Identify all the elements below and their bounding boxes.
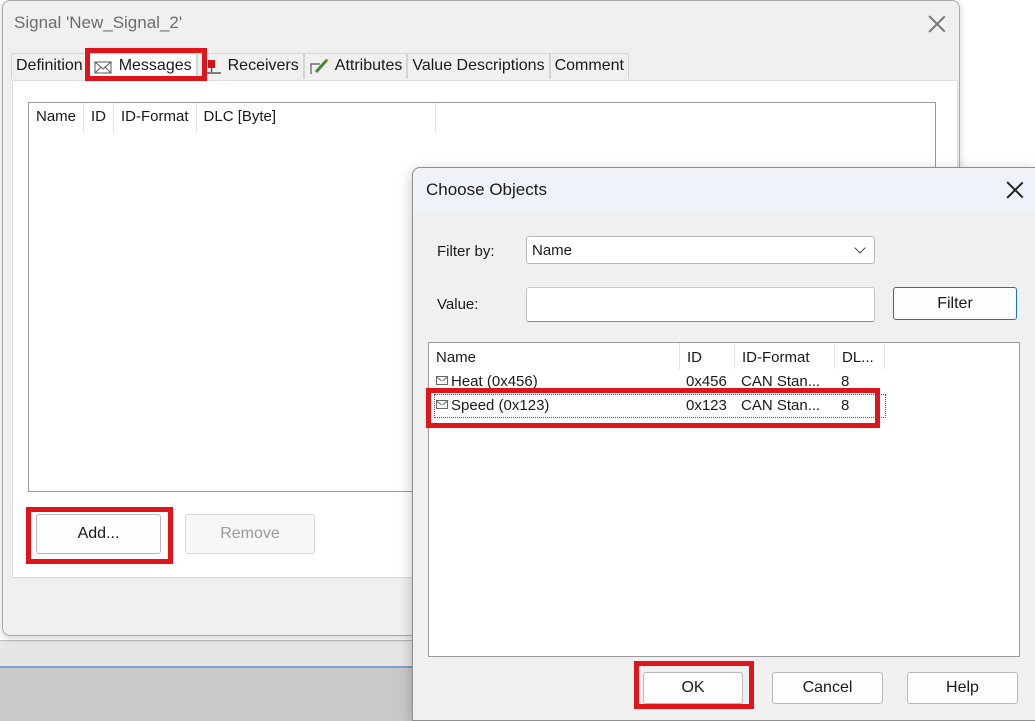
tab-messages[interactable]: Messages <box>87 53 197 79</box>
envelope-icon <box>93 59 113 75</box>
tab-value-descriptions[interactable]: Value Descriptions <box>407 53 550 79</box>
tab-label: Messages <box>118 57 192 74</box>
column-dlc[interactable]: DL... <box>835 343 885 369</box>
chevron-down-icon <box>854 242 866 254</box>
row-dlc: 8 <box>841 397 850 414</box>
filter-by-label: Filter by: <box>437 243 495 260</box>
tab-label: Value Descriptions <box>412 57 545 74</box>
remove-button[interactable]: Remove <box>185 514 315 554</box>
row-dlc: 8 <box>841 373 850 390</box>
help-button[interactable]: Help <box>907 672 1018 704</box>
value-input[interactable] <box>526 287 875 322</box>
add-button[interactable]: Add... <box>36 514 161 554</box>
background-toolbar <box>0 640 420 666</box>
value-label: Value: <box>437 296 479 313</box>
column-id-format[interactable]: ID-Format <box>114 103 197 133</box>
column-id[interactable]: ID <box>84 103 115 133</box>
tab-strip: Definition Messages Receivers Attributes… <box>11 53 629 80</box>
row-id: 0x456 <box>686 373 727 390</box>
column-id[interactable]: ID <box>680 343 735 369</box>
filter-by-value: Name <box>532 242 573 259</box>
tab-label: Receivers <box>227 57 299 74</box>
column-name[interactable]: Name <box>429 343 680 369</box>
tab-receivers[interactable]: Receivers <box>196 53 304 79</box>
close-icon[interactable] <box>926 13 948 35</box>
envelope-icon <box>436 400 448 409</box>
column-dlc[interactable]: DLC [Byte] <box>197 103 436 133</box>
choose-dialog-title: Choose Objects <box>426 180 547 199</box>
messages-list-header: Name ID ID-Format DLC [Byte] <box>29 103 436 133</box>
tab-comment[interactable]: Comment <box>549 53 629 79</box>
tab-label: Definition <box>16 57 83 74</box>
tab-definition[interactable]: Definition <box>11 53 88 79</box>
column-id-format[interactable]: ID-Format <box>735 343 835 369</box>
list-item[interactable]: Heat (0x456) 0x456 CAN Stan... 8 <box>429 370 889 394</box>
filter-by-select[interactable]: Name <box>526 236 875 264</box>
choose-objects-dialog: Choose Objects Filter by: Name Value: Fi… <box>412 167 1035 721</box>
tab-attributes[interactable]: Attributes <box>303 53 408 79</box>
objects-list[interactable]: Name ID ID-Format DL... Heat (0x456) 0x4… <box>428 342 1020 657</box>
attributes-pen-icon <box>309 58 329 75</box>
cancel-button[interactable]: Cancel <box>772 672 883 704</box>
envelope-icon <box>436 376 448 385</box>
ok-button[interactable]: OK <box>643 672 743 704</box>
red-node-icon <box>202 59 222 75</box>
tab-label: Attributes <box>334 57 403 74</box>
filter-button[interactable]: Filter <box>893 287 1017 320</box>
row-id: 0x123 <box>686 397 727 414</box>
choose-dialog-titlebar: Choose Objects <box>413 168 1035 212</box>
dialog-title: Signal 'New_Signal_2' <box>14 13 183 32</box>
row-format: CAN Stan... <box>741 397 821 414</box>
close-icon[interactable] <box>1004 179 1026 201</box>
row-format: CAN Stan... <box>741 373 821 390</box>
background-accent-line <box>0 666 420 668</box>
row-name: Speed (0x123) <box>451 397 550 414</box>
background-window-strip <box>0 640 420 721</box>
tab-label: Comment <box>554 57 624 74</box>
row-name: Heat (0x456) <box>451 373 538 390</box>
column-name[interactable]: Name <box>29 103 85 133</box>
list-item[interactable]: Speed (0x123) 0x123 CAN Stan... 8 <box>434 394 886 418</box>
